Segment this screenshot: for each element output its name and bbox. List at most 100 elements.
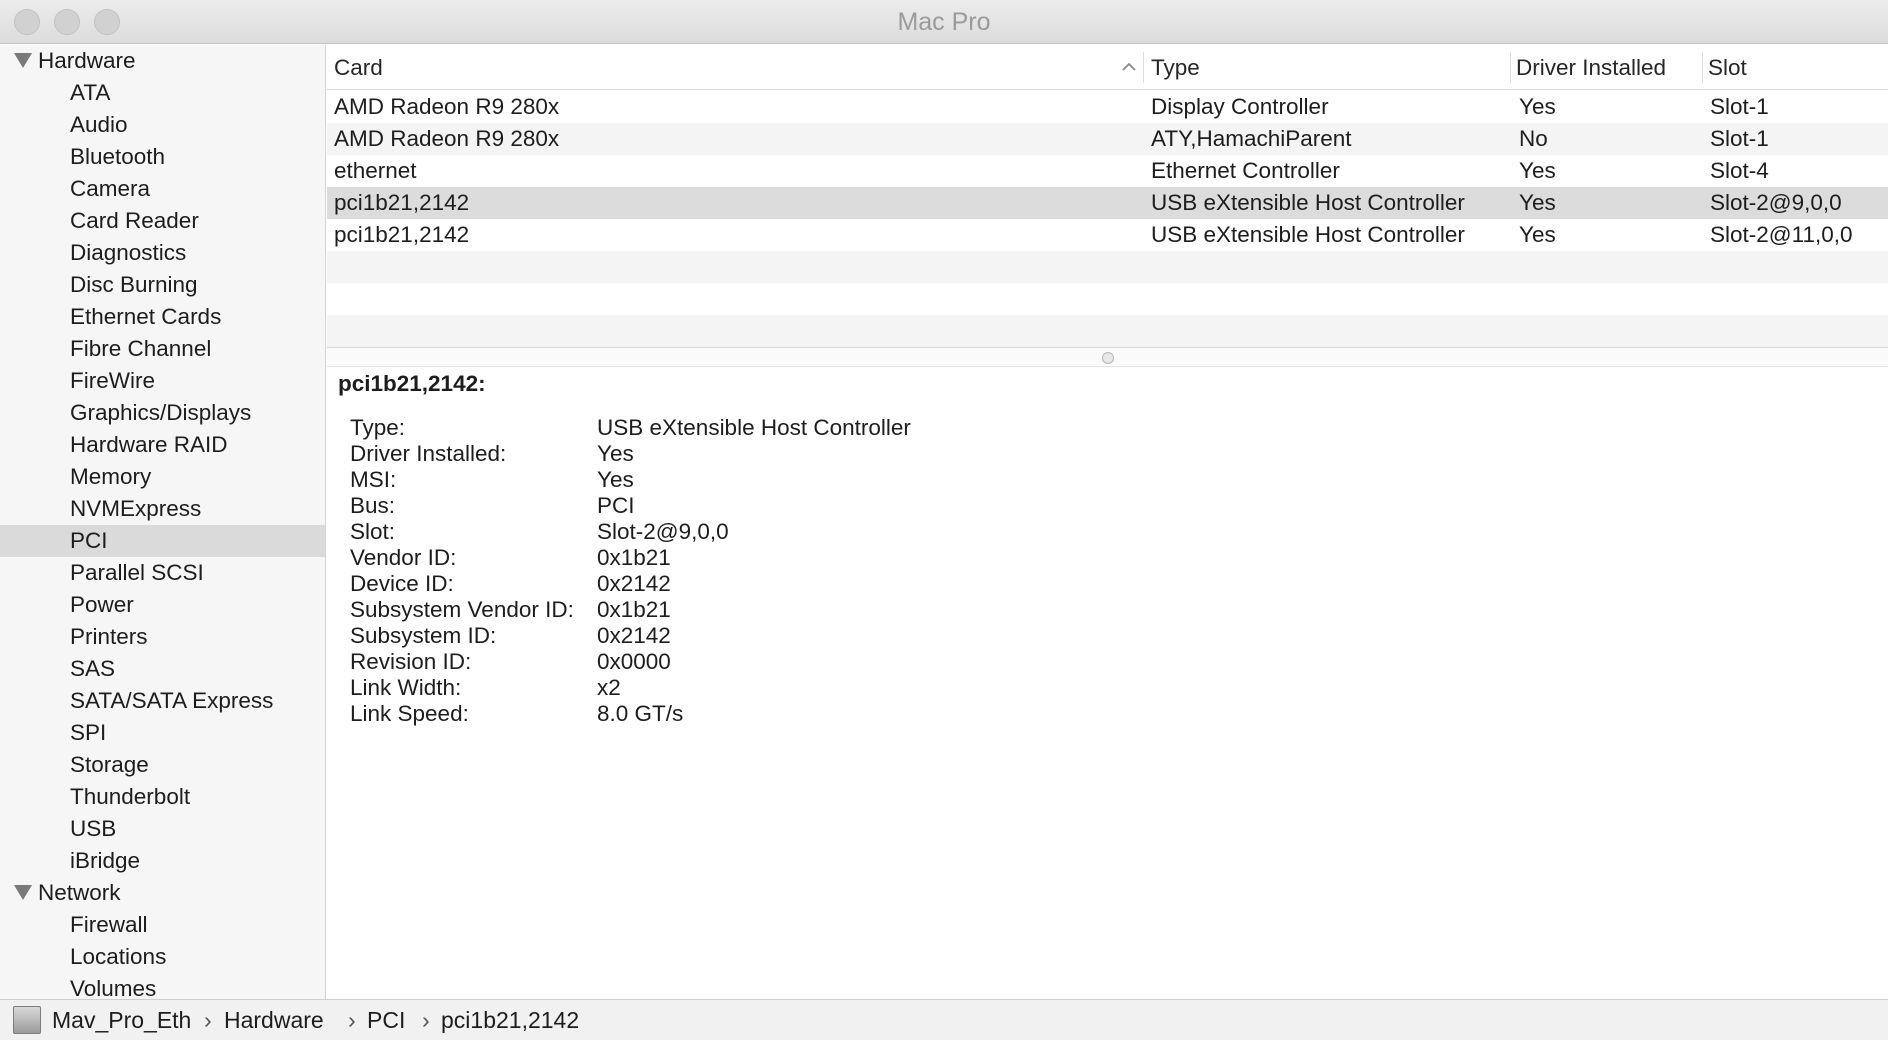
- table-cell: ATY,HamachiParent: [1151, 126, 1352, 151]
- sidebar-item-parallel-scsi[interactable]: Parallel SCSI: [0, 557, 325, 589]
- main-panel: Card Type Driver Installed Slot AMD Rade…: [327, 45, 1888, 999]
- table-cell: Slot-4: [1710, 158, 1769, 183]
- sidebar-item-sata-sata-express[interactable]: SATA/SATA Express: [0, 685, 325, 717]
- sort-ascending-icon[interactable]: [1121, 59, 1137, 75]
- sidebar-item-label: Memory: [70, 464, 152, 489]
- sidebar-item-firewire[interactable]: FireWire: [0, 365, 325, 397]
- table-row[interactable]: ethernet Ethernet Controller Yes Slot-4: [327, 155, 1888, 187]
- table-cell: pci1b21,2142: [334, 190, 470, 215]
- sidebar-item-label: Firewall: [70, 912, 148, 937]
- details-pane: pci1b21,2142: Type: USB eXtensible Host C…: [327, 367, 1888, 999]
- sidebar-item-graphics-displays[interactable]: Graphics/Displays: [0, 397, 325, 429]
- breadcrumb-mav-pro-eth[interactable]: Mav_Pro_Eth: [52, 1000, 191, 1040]
- sidebar-item-bluetooth[interactable]: Bluetooth: [0, 141, 325, 173]
- sidebar-item-label: Bluetooth: [70, 144, 166, 169]
- sidebar-item-label: Audio: [70, 112, 128, 137]
- sidebar-item-hardware-raid[interactable]: Hardware RAID: [0, 429, 325, 461]
- sidebar-item-firewall[interactable]: Firewall: [0, 909, 325, 941]
- table-cell: Yes: [1519, 158, 1556, 183]
- sidebar-item-label: Card Reader: [70, 208, 199, 233]
- table-row[interactable]: AMD Radeon R9 280x Display Controller Yes S…: [327, 91, 1888, 123]
- sidebar-item-label: iBridge: [70, 848, 141, 873]
- empty-table-row: [327, 315, 1888, 347]
- sidebar-item-volumes[interactable]: Volumes: [0, 973, 325, 999]
- detail-value: 8.0 GT/s: [597, 701, 684, 726]
- column-separator[interactable]: [1702, 52, 1703, 83]
- sidebar-item-label: Thunderbolt: [70, 784, 191, 809]
- table-cell: Slot-2@11,0,0: [1710, 222, 1853, 247]
- table-row[interactable]: pci1b21,2142 USB eXtensible Host Controll…: [327, 219, 1888, 251]
- table-cell: Yes: [1519, 94, 1556, 119]
- sidebar-item-label: Hardware RAID: [70, 432, 228, 457]
- sidebar-item-label: SPI: [70, 720, 107, 745]
- breadcrumb-pci1b21-2142[interactable]: pci1b21,2142: [441, 1000, 579, 1040]
- breadcrumb-pci[interactable]: PCI: [367, 1000, 405, 1040]
- sidebar-item-label: USB: [70, 816, 117, 841]
- path-bar: Mav_Pro_Eth › Hardware › PCI › pci1b21,2142: [0, 999, 1888, 1040]
- table-row[interactable]: pci1b21,2142 USB eXtensible Host Controll…: [327, 187, 1888, 219]
- detail-key: Subsystem ID:: [350, 623, 497, 648]
- sidebar-section-label: Hardware: [38, 48, 136, 73]
- sidebar-item-card-reader[interactable]: Card Reader: [0, 205, 325, 237]
- sidebar-item-label: Locations: [70, 944, 167, 969]
- sidebar-item-label: Parallel SCSI: [70, 560, 204, 585]
- sidebar-item-disc-burning[interactable]: Disc Burning: [0, 269, 325, 301]
- sidebar-item-spi[interactable]: SPI: [0, 717, 325, 749]
- breadcrumb-chevron-icon: ›: [204, 1007, 212, 1033]
- sidebar-item-storage[interactable]: Storage: [0, 749, 325, 781]
- sidebar-item-label: SATA/SATA Express: [70, 688, 274, 713]
- title-bar: Mac Pro: [0, 0, 1888, 44]
- detail-key: Slot:: [350, 519, 396, 544]
- disclosure-triangle-icon[interactable]: [14, 53, 32, 68]
- table-cell: Yes: [1519, 222, 1556, 247]
- breadcrumb-chevron-icon: ›: [422, 1007, 430, 1033]
- column-header-driver-installed[interactable]: Driver Installed: [1516, 45, 1666, 90]
- sidebar-item-memory[interactable]: Memory: [0, 461, 325, 493]
- detail-value: x2: [597, 675, 621, 700]
- sidebar-item-label: NVMExpress: [70, 496, 202, 521]
- sidebar-item-pci[interactable]: PCI: [0, 525, 325, 557]
- disclosure-triangle-icon[interactable]: [14, 885, 32, 900]
- table-cell: ethernet: [334, 158, 417, 183]
- table-cell: Slot-1: [1710, 94, 1769, 119]
- column-header-card[interactable]: Card: [334, 45, 383, 90]
- sidebar-section-hardware[interactable]: Hardware: [0, 45, 325, 77]
- column-separator[interactable]: [1143, 52, 1144, 83]
- sidebar-item-fibre-channel[interactable]: Fibre Channel: [0, 333, 325, 365]
- sidebar-item-label: Graphics/Displays: [70, 400, 252, 425]
- empty-table-row: [327, 251, 1888, 283]
- split-divider[interactable]: [327, 347, 1888, 367]
- sidebar-item-diagnostics[interactable]: Diagnostics: [0, 237, 325, 269]
- divider-handle-icon[interactable]: [1102, 352, 1114, 364]
- breadcrumb-hardware[interactable]: Hardware: [224, 1000, 324, 1040]
- column-header-type[interactable]: Type: [1151, 45, 1200, 90]
- details-title: pci1b21,2142:: [338, 371, 486, 396]
- detail-value: Yes: [597, 467, 634, 492]
- column-separator[interactable]: [1510, 52, 1511, 83]
- sidebar-item-label: Ethernet Cards: [70, 304, 222, 329]
- sidebar-item-label: Diagnostics: [70, 240, 187, 265]
- sidebar-item-ibridge[interactable]: iBridge: [0, 845, 325, 877]
- sidebar-section-network[interactable]: Network: [0, 877, 325, 909]
- detail-value: 0x1b21: [597, 545, 671, 570]
- sidebar-item-ethernet-cards[interactable]: Ethernet Cards: [0, 301, 325, 333]
- sidebar-item-audio[interactable]: Audio: [0, 109, 325, 141]
- sidebar-item-label: Disc Burning: [70, 272, 198, 297]
- table-row[interactable]: AMD Radeon R9 280x ATY,HamachiParent No Slo…: [327, 123, 1888, 155]
- sidebar-item-ata[interactable]: ATA: [0, 77, 325, 109]
- sidebar-item-camera[interactable]: Camera: [0, 173, 325, 205]
- sidebar-item-locations[interactable]: Locations: [0, 941, 325, 973]
- table-cell: Yes: [1519, 190, 1556, 215]
- mac-pro-icon: [13, 1006, 41, 1034]
- sidebar-item-sas[interactable]: SAS: [0, 653, 325, 685]
- sidebar-item-label: SAS: [70, 656, 116, 681]
- sidebar-item-power[interactable]: Power: [0, 589, 325, 621]
- column-header-slot[interactable]: Slot: [1708, 45, 1747, 90]
- sidebar-item-nvmexpress[interactable]: NVMExpress: [0, 493, 325, 525]
- sidebar-item-usb[interactable]: USB: [0, 813, 325, 845]
- sidebar-item-printers[interactable]: Printers: [0, 621, 325, 653]
- table-cell: Ethernet Controller: [1151, 158, 1340, 183]
- sidebar-item-thunderbolt[interactable]: Thunderbolt: [0, 781, 325, 813]
- sidebar-item-label: Volumes: [70, 976, 157, 999]
- breadcrumb-chevron-icon: ›: [348, 1007, 356, 1033]
